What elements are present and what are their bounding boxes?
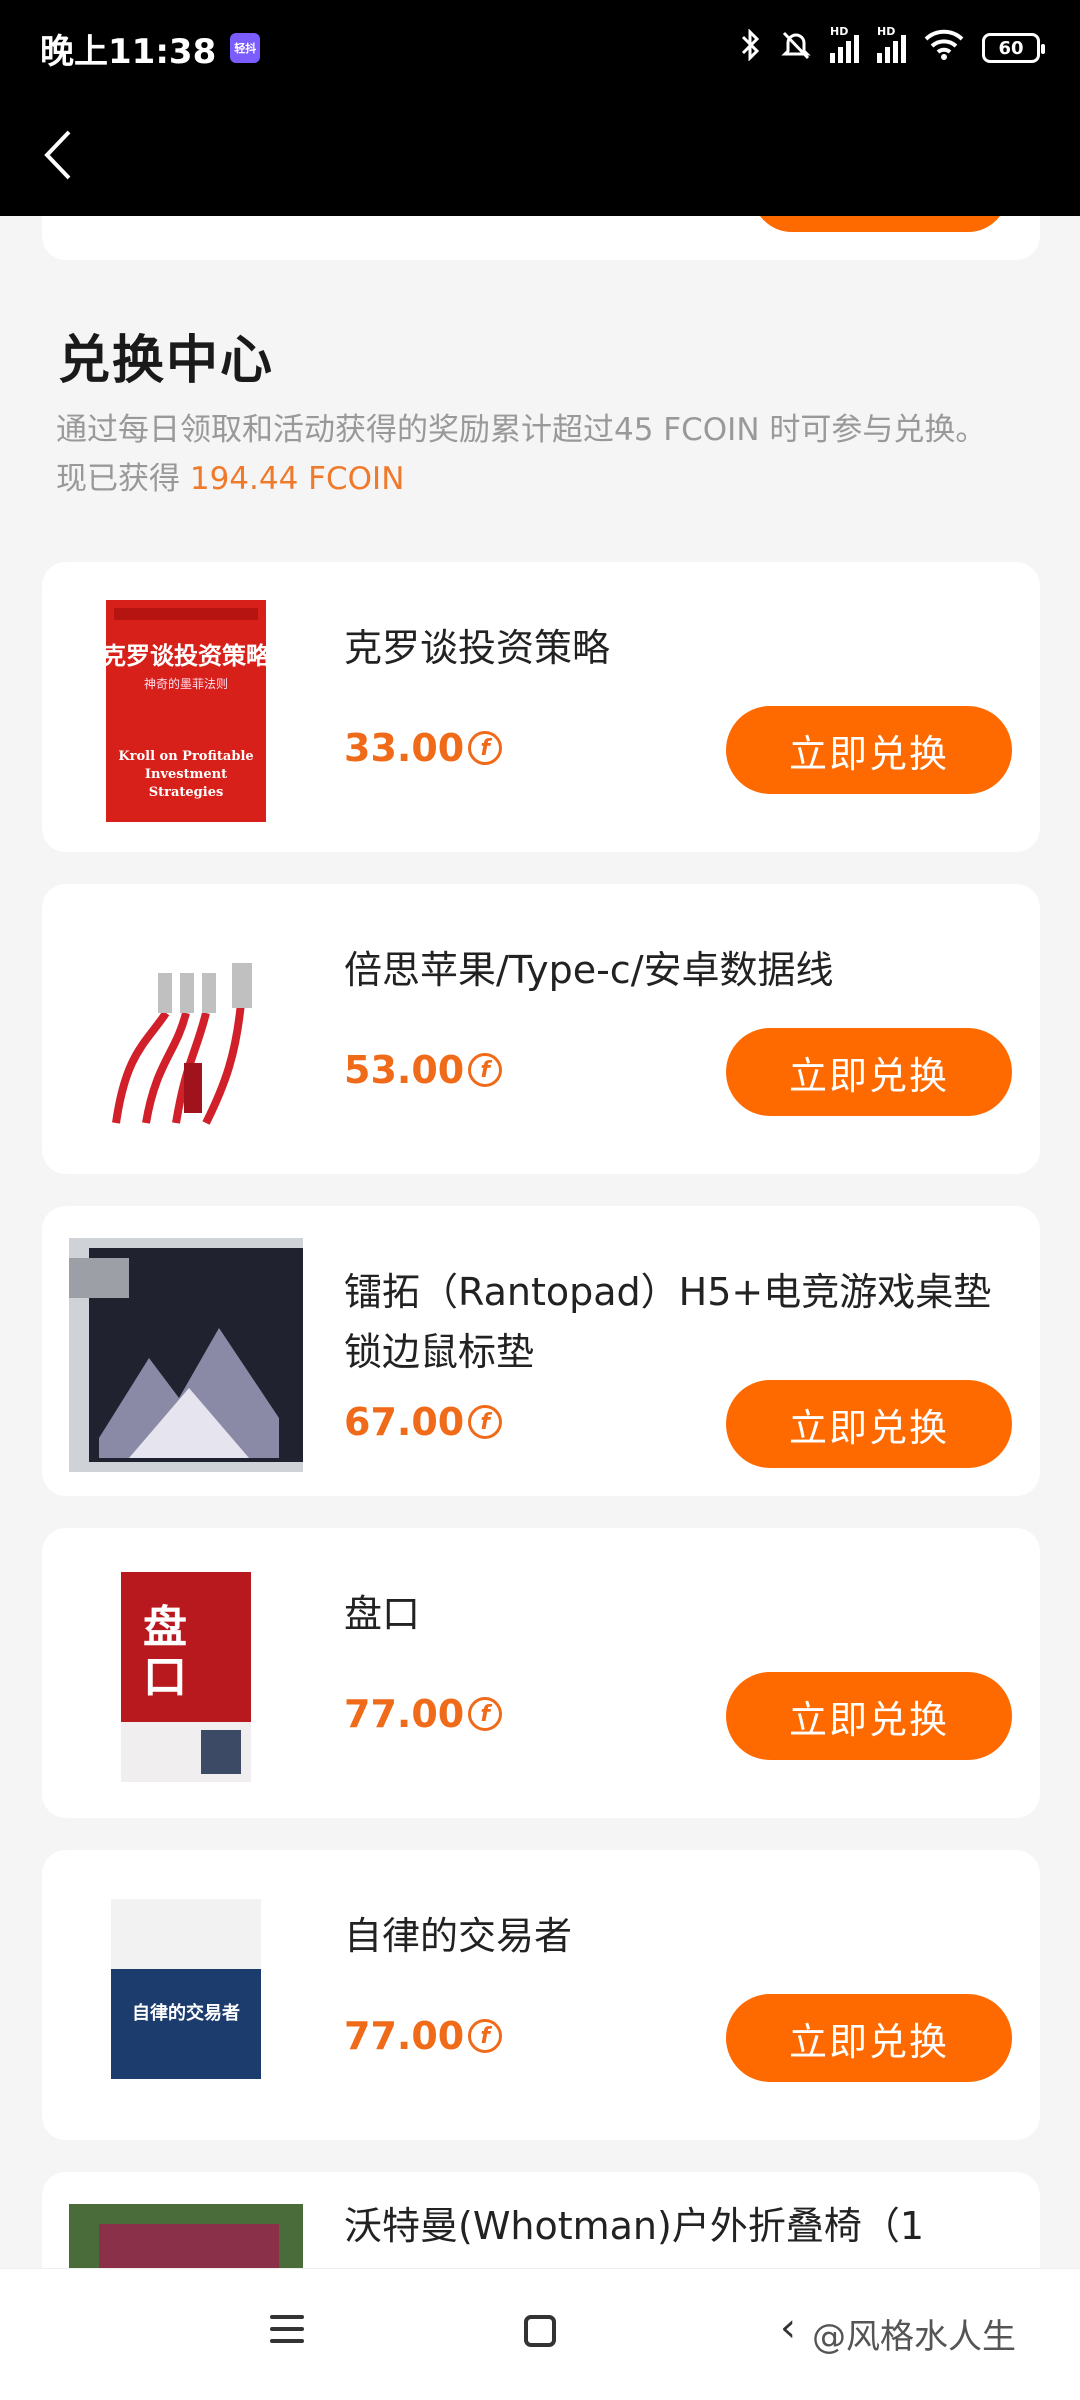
svg-text:Strategies: Strategies [149, 785, 224, 800]
svg-text:神奇的墨菲法则: 神奇的墨菲法则 [144, 676, 228, 691]
signal-icon-2: HD [877, 25, 906, 63]
status-time: 晚上11:38 [40, 31, 217, 72]
product-name: 克罗谈投资策略 [344, 626, 611, 670]
product-image[interactable]: 克罗谈投资策略 神奇的墨菲法则 Kroll on Profitable Inve… [69, 594, 303, 828]
page-title: 兑换中心 [58, 331, 275, 391]
product-image[interactable]: 盘 口 [69, 1560, 303, 1794]
svg-text:Kroll on Profitable: Kroll on Profitable [118, 749, 253, 764]
redeem-button[interactable]: 立即兑换 [726, 1028, 1012, 1116]
chevron-left-icon [44, 130, 71, 180]
svg-text:口: 口 [143, 1652, 187, 1703]
redeem-button[interactable]: 立即兑换 [726, 1994, 1012, 2082]
mute-bell-icon [780, 29, 812, 67]
fcoin-icon: f [468, 1053, 503, 1087]
product-image[interactable] [69, 916, 303, 1150]
fcoin-icon: f [468, 731, 503, 765]
fcoin-icon: f [468, 1697, 503, 1731]
product-name: 镭拓（Rantopad）H5+电竞游戏桌垫锁边鼠标垫 [344, 1270, 992, 1374]
product-price: 67.00 f [344, 1400, 503, 1444]
product-price: 33.00 f [344, 726, 503, 770]
price-value: 67.00 [344, 1400, 465, 1444]
product-price: 77.00 f [344, 2014, 503, 2058]
product-price: 53.00 f [344, 1048, 503, 1092]
product-image[interactable] [69, 1238, 303, 1472]
redeem-button[interactable]: 立即兑换 [726, 1380, 1012, 1468]
redeem-button[interactable]: 立即兑换 [726, 706, 1012, 794]
list-item: 镭拓（Rantopad）H5+电竞游戏桌垫锁边鼠标垫 67.00 f 立即兑换 [42, 1206, 1040, 1496]
svg-text:盘: 盘 [143, 1602, 187, 1653]
home-icon[interactable] [524, 2315, 556, 2347]
price-value: 53.00 [344, 1048, 465, 1092]
svg-text:自律的交易者: 自律的交易者 [132, 2002, 240, 2024]
redeem-button[interactable]: 立即兑换 [726, 1672, 1012, 1760]
price-value: 77.00 [344, 2014, 465, 2058]
exchange-description: 通过每日领取和活动获得的奖励累计超过45 FCOIN 时可参与兑换。现已获得 1… [56, 406, 996, 504]
menu-icon[interactable] [270, 2315, 304, 2351]
earned-amount: 194.44 FCOIN [189, 461, 405, 497]
product-name: 沃特曼(Whotman)户外折叠椅（1 [344, 2204, 925, 2248]
battery-icon: 60 [982, 33, 1045, 63]
status-bar: 晚上11:38 轻抖 HD HD 60 [0, 0, 1080, 96]
list-item: 倍思苹果/Type-c/安卓数据线 53.00 f 立即兑换 [42, 884, 1040, 1174]
back-button[interactable] [28, 120, 88, 190]
svg-text:克罗谈投资策略: 克罗谈投资策略 [106, 642, 266, 670]
product-name: 倍思苹果/Type-c/安卓数据线 [344, 948, 834, 992]
top-bar: 晚上11:38 轻抖 HD HD 60 [0, 0, 1080, 216]
product-image[interactable]: 自律的交易者 [69, 1882, 303, 2116]
product-name: 盘口 [344, 1592, 421, 1636]
app-badge-icon: 轻抖 [230, 33, 261, 63]
price-value: 77.00 [344, 1692, 465, 1736]
wifi-icon [924, 29, 964, 67]
list-item: 自律的交易者 自律的交易者 77.00 f 立即兑换 [42, 1850, 1040, 2140]
product-price: 77.00 f [344, 1692, 503, 1736]
list-item: 盘 口 盘口 77.00 f 立即兑换 [42, 1528, 1040, 1818]
system-nav-bar: ‹ @风格水人生 [0, 2268, 1080, 2400]
back-icon[interactable]: ‹ [780, 2305, 796, 2351]
fcoin-icon: f [468, 2019, 503, 2053]
fcoin-icon: f [468, 1405, 503, 1439]
svg-text:Investment: Investment [145, 767, 227, 782]
price-value: 33.00 [344, 726, 465, 770]
watermark: @风格水人生 [812, 2317, 1016, 2357]
list-item: 克罗谈投资策略 神奇的墨菲法则 Kroll on Profitable Inve… [42, 562, 1040, 852]
signal-icon: HD [830, 25, 859, 63]
product-name: 自律的交易者 [344, 1914, 573, 1958]
bluetooth-icon [740, 28, 762, 67]
